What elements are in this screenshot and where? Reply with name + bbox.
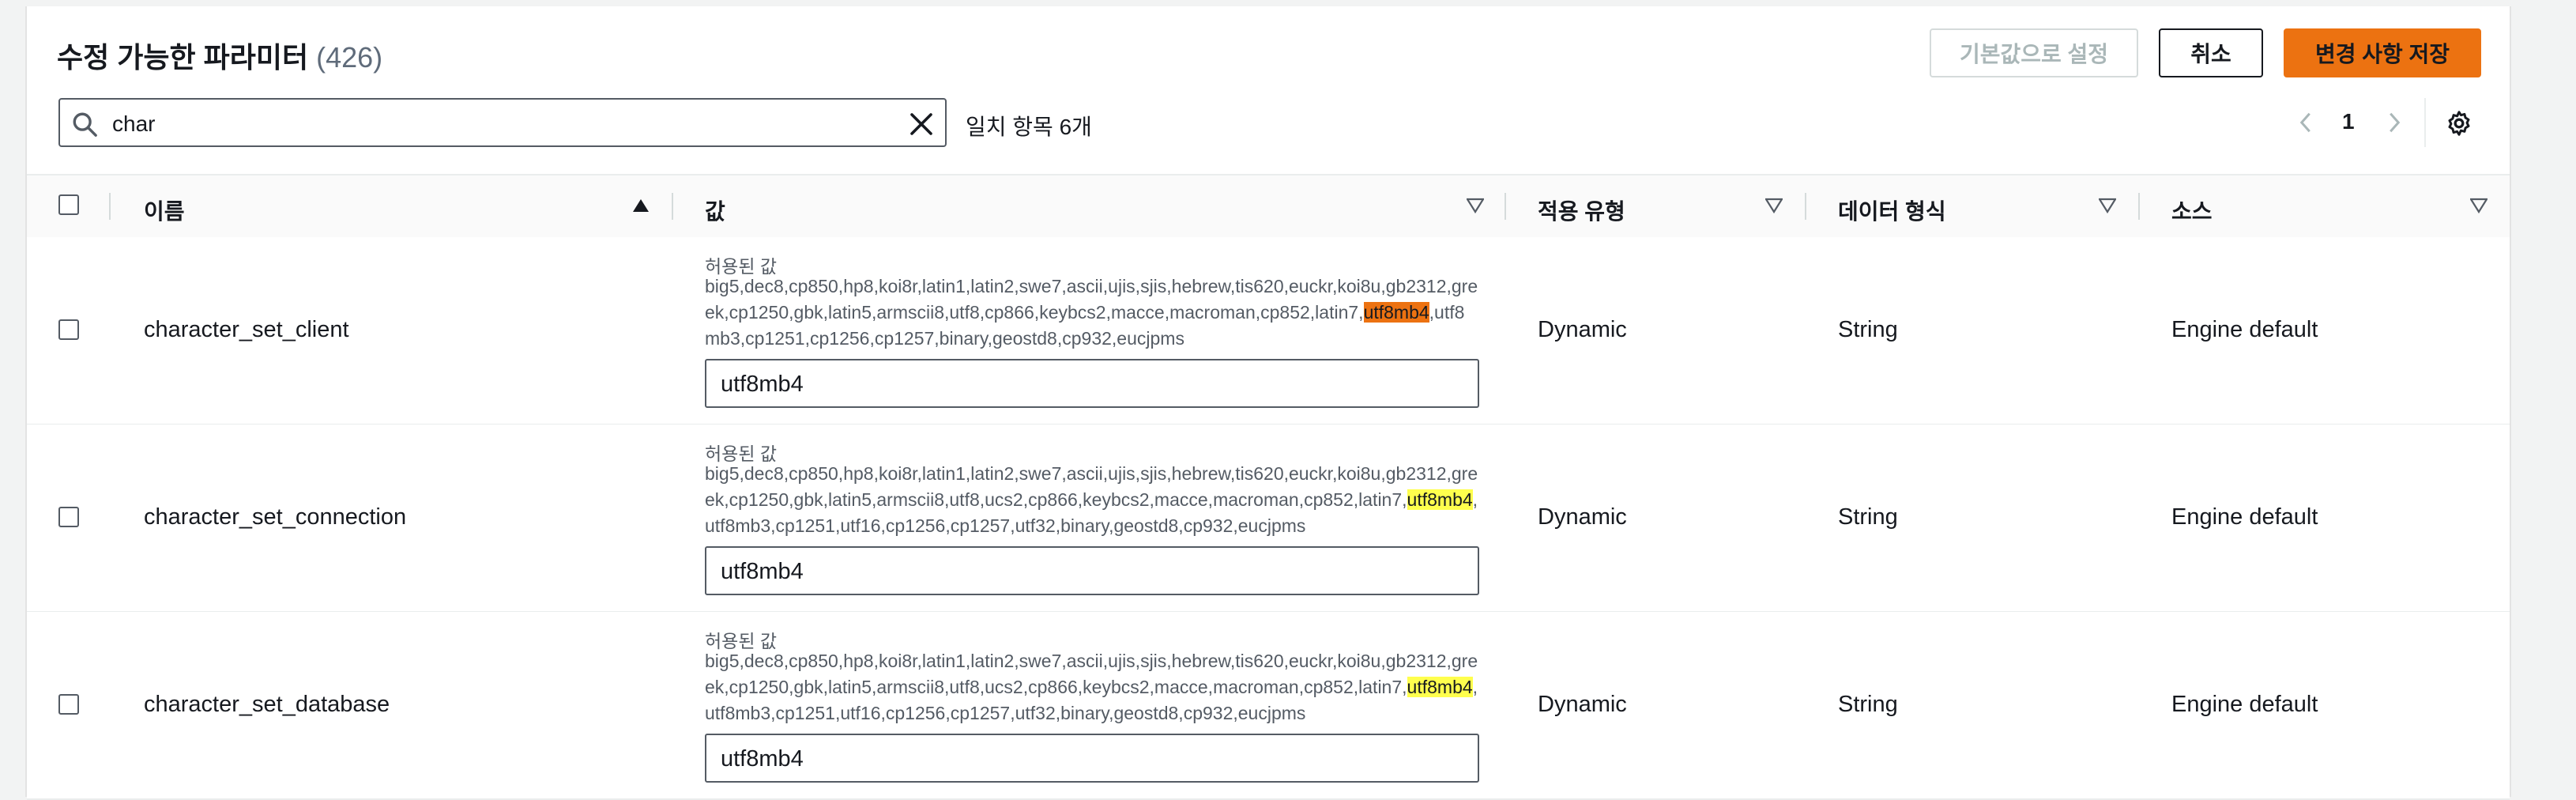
parameter-value-input[interactable]: utf8mb4 bbox=[705, 734, 1479, 783]
sort-icon[interactable] bbox=[1467, 198, 1484, 213]
sort-ascending-icon[interactable] bbox=[632, 198, 650, 213]
parameter-name: character_set_database bbox=[144, 692, 390, 717]
cancel-button[interactable]: 취소 bbox=[2159, 28, 2263, 77]
sort-icon[interactable] bbox=[2099, 198, 2116, 213]
search-match: utf8mb4 bbox=[1407, 489, 1473, 510]
parameter-name: character_set_connection bbox=[144, 504, 407, 530]
allowed-values-text: big5,dec8,cp850,hp8,koi8r,latin1,latin2,… bbox=[705, 276, 1478, 323]
row-checkbox[interactable] bbox=[58, 319, 79, 340]
search-input[interactable]: char bbox=[58, 98, 947, 147]
parameter-value-input[interactable]: utf8mb4 bbox=[705, 359, 1479, 408]
search-icon bbox=[73, 112, 97, 137]
column-separator bbox=[1505, 193, 1506, 220]
allowed-values: big5,dec8,cp850,hp8,koi8r,latin1,latin2,… bbox=[705, 648, 1479, 726]
parameter-count: (426) bbox=[316, 41, 383, 74]
column-header-source[interactable]: 소스 bbox=[2171, 194, 2213, 226]
row-checkbox[interactable] bbox=[58, 694, 79, 715]
apply-type: Dynamic bbox=[1538, 692, 1627, 717]
chevron-left-icon[interactable] bbox=[2295, 109, 2318, 136]
data-type: String bbox=[1838, 504, 1898, 530]
column-header-name[interactable]: 이름 bbox=[144, 194, 185, 226]
table-row[interactable]: character_set_connection 허용된 값 big5,dec8… bbox=[27, 425, 2510, 613]
select-all-checkbox[interactable] bbox=[58, 194, 79, 215]
allowed-values: big5,dec8,cp850,hp8,koi8r,latin1,latin2,… bbox=[705, 461, 1479, 539]
row-checkbox[interactable] bbox=[58, 507, 79, 527]
allowed-values: big5,dec8,cp850,hp8,koi8r,latin1,latin2,… bbox=[705, 274, 1479, 352]
column-separator bbox=[1805, 193, 1806, 220]
column-separator bbox=[109, 193, 111, 220]
gear-icon[interactable] bbox=[2445, 109, 2473, 138]
parameter-value-input[interactable]: utf8mb4 bbox=[705, 546, 1479, 595]
parameter-name: character_set_client bbox=[144, 317, 349, 342]
title-text: 수정 가능한 파라미터 bbox=[57, 41, 309, 74]
table-row[interactable]: character_set_client 허용된 값 big5,dec8,cp8… bbox=[27, 237, 2510, 425]
apply-type: Dynamic bbox=[1538, 504, 1627, 530]
apply-type: Dynamic bbox=[1538, 317, 1627, 342]
column-header-apply-type[interactable]: 적용 유형 bbox=[1538, 194, 1625, 226]
allowed-values-text: big5,dec8,cp850,hp8,koi8r,latin1,latin2,… bbox=[705, 463, 1478, 510]
column-separator bbox=[672, 193, 673, 220]
column-header-value[interactable]: 값 bbox=[705, 194, 725, 226]
chevron-right-icon[interactable] bbox=[2382, 109, 2405, 136]
data-type: String bbox=[1838, 692, 1898, 717]
column-header-data-type[interactable]: 데이터 형식 bbox=[1838, 194, 1946, 226]
match-count: 일치 항목 6개 bbox=[966, 115, 1092, 139]
sort-icon[interactable] bbox=[2470, 198, 2487, 213]
pagination-divider bbox=[2424, 98, 2426, 147]
sort-icon[interactable] bbox=[1765, 198, 1783, 213]
source: Engine default bbox=[2171, 692, 2318, 717]
table-header: 이름 값 적용 유형 데이터 형식 소스 bbox=[27, 174, 2510, 239]
allowed-values-text: big5,dec8,cp850,hp8,koi8r,latin1,latin2,… bbox=[705, 651, 1478, 697]
column-separator bbox=[2138, 193, 2140, 220]
search-match-current: utf8mb4 bbox=[1363, 302, 1429, 323]
source: Engine default bbox=[2171, 504, 2318, 530]
save-changes-button[interactable]: 변경 사항 저장 bbox=[2284, 28, 2481, 77]
clear-icon[interactable] bbox=[907, 110, 936, 138]
current-page-number[interactable]: 1 bbox=[2342, 109, 2355, 134]
data-type: String bbox=[1838, 317, 1898, 342]
source: Engine default bbox=[2171, 317, 2318, 342]
search-match: utf8mb4 bbox=[1407, 677, 1473, 697]
search-value: char bbox=[112, 111, 156, 136]
table-row[interactable]: character_set_database 허용된 값 big5,dec8,c… bbox=[27, 612, 2510, 800]
reset-to-default-button[interactable]: 기본값으로 설정 bbox=[1930, 28, 2138, 77]
page-title: 수정 가능한 파라미터 (426) bbox=[57, 35, 382, 76]
